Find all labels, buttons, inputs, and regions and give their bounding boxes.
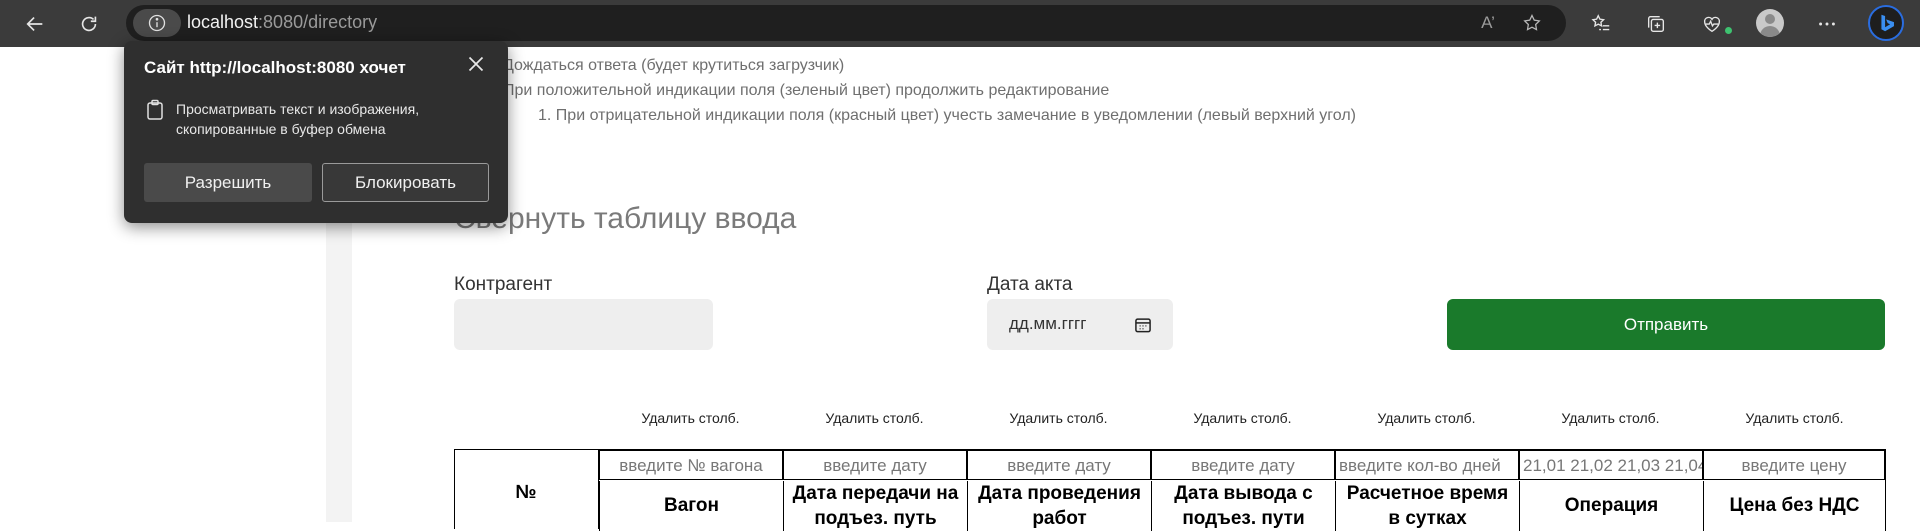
- removal-date-input[interactable]: введите дату: [1151, 450, 1335, 480]
- page-right-margin: [1894, 47, 1920, 522]
- block-button[interactable]: Блокировать: [322, 163, 489, 202]
- delete-column-days[interactable]: Удалить столб.: [1335, 410, 1518, 426]
- wagon-input[interactable]: введите № вагона: [599, 450, 783, 480]
- delete-column-price[interactable]: Удалить столб.: [1703, 410, 1886, 426]
- delete-column-transfer-date[interactable]: Удалить столб.: [783, 410, 966, 426]
- copilot-button[interactable]: [1868, 5, 1904, 41]
- delete-column-operation[interactable]: Удалить столб.: [1519, 410, 1702, 426]
- num-header: №: [454, 449, 599, 529]
- counterparty-label: Контрагент: [454, 274, 553, 295]
- act-date-input[interactable]: дд.мм.гггг: [987, 299, 1173, 350]
- price-input[interactable]: введите цену: [1703, 450, 1885, 480]
- header-transfer-date-text: Дата передачи на подъез. путь: [792, 483, 959, 529]
- url-path: :8080/directory: [258, 12, 378, 32]
- refresh-button[interactable]: [73, 8, 105, 40]
- header-wagon: Вагон: [599, 481, 783, 531]
- star-icon: [1523, 14, 1541, 31]
- operation-input[interactable]: 21,01 21,02 21,03 21,04: [1519, 450, 1703, 480]
- header-removal-date: Дата вывода с подъез. пути: [1151, 481, 1335, 531]
- status-dot-icon: [1725, 27, 1732, 34]
- work-date-placeholder: введите дату: [1007, 456, 1111, 475]
- popup-description: Просматривать текст и изображения, скопи…: [176, 101, 420, 137]
- counterparty-input[interactable]: [454, 299, 713, 350]
- more-icon: [1819, 22, 1835, 26]
- info-icon: [148, 14, 166, 32]
- instruction-wait: Дождаться ответа (будет крутиться загруз…: [503, 57, 845, 74]
- read-aloud-button[interactable]: A’: [1475, 10, 1501, 36]
- clipboard-icon: [147, 99, 163, 120]
- header-transfer-date: Дата передачи на подъез. путь: [783, 481, 967, 531]
- submit-button[interactable]: Отправить: [1447, 299, 1885, 350]
- transfer-date-input[interactable]: введите дату: [783, 450, 967, 480]
- site-info-button[interactable]: [133, 9, 181, 37]
- clipboard-permission-popup: Сайт http://localhost:8080 хочет Просмат…: [124, 41, 508, 223]
- favorite-button[interactable]: [1519, 10, 1545, 36]
- delete-column-work-date[interactable]: Удалить столб.: [967, 410, 1150, 426]
- days-input[interactable]: введите кол-во дней: [1335, 450, 1519, 480]
- collections-icon: [1647, 15, 1665, 33]
- transfer-date-placeholder: введите дату: [823, 456, 927, 475]
- delete-column-wagon[interactable]: Удалить столб.: [599, 410, 782, 426]
- bing-logo-icon: [1881, 14, 1894, 32]
- days-placeholder: введите кол-во дней: [1339, 456, 1501, 475]
- collections-button[interactable]: [1640, 8, 1672, 40]
- work-date-input[interactable]: введите дату: [967, 450, 1151, 480]
- address-bar[interactable]: localhost:8080/directory A’: [126, 5, 1566, 41]
- header-days-text: Расчетное время в сутках: [1346, 483, 1509, 529]
- url-text[interactable]: localhost:8080/directory: [187, 12, 377, 33]
- allow-button[interactable]: Разрешить: [144, 163, 312, 202]
- refresh-icon: [81, 16, 97, 32]
- settings-menu-button[interactable]: [1811, 8, 1843, 40]
- removal-date-placeholder: введите дату: [1191, 456, 1295, 475]
- header-removal-date-text: Дата вывода с подъез. пути: [1174, 483, 1313, 529]
- operation-placeholder: 21,01 21,02 21,03 21,04: [1523, 456, 1703, 475]
- delete-column-removal-date[interactable]: Удалить столб.: [1151, 410, 1334, 426]
- act-date-label: Дата акта: [987, 274, 1073, 295]
- act-date-placeholder: дд.мм.гггг: [1009, 314, 1087, 333]
- header-work-date-text: Дата проведения работ: [978, 483, 1141, 529]
- header-wagon-text: Вагон: [663, 495, 720, 516]
- calendar-icon[interactable]: [1133, 315, 1153, 335]
- header-operation-text: Операция: [1564, 495, 1659, 516]
- header-price: Цена без НДС: [1703, 481, 1886, 531]
- profile-avatar[interactable]: [1756, 9, 1784, 37]
- url-host: localhost: [187, 12, 259, 32]
- heart-pulse-icon: [1703, 16, 1721, 33]
- price-placeholder: введите цену: [1741, 456, 1847, 475]
- wagon-input-placeholder: введите № вагона: [619, 456, 763, 475]
- instruction-negative: 1. При отрицательной индикации поля (кра…: [538, 107, 1356, 124]
- browser-toolbar: localhost:8080/directory A’: [0, 0, 1920, 47]
- header-price-text: Цена без НДС: [1729, 495, 1860, 516]
- favorites-button[interactable]: [1585, 8, 1617, 40]
- close-icon[interactable]: [463, 51, 489, 77]
- read-aloud-icon: A’: [1481, 13, 1495, 32]
- browser-essentials-button[interactable]: [1696, 8, 1728, 40]
- header-work-date: Дата проведения работ: [967, 481, 1151, 531]
- back-button[interactable]: [19, 8, 51, 40]
- header-days: Расчетное время в сутках: [1335, 481, 1519, 531]
- back-arrow-icon: [26, 16, 43, 32]
- favorites-list-icon: [1591, 14, 1610, 31]
- instruction-positive: При положительной индикации поля (зелены…: [503, 82, 1110, 99]
- popup-title: Сайт http://localhost:8080 хочет: [144, 58, 406, 77]
- header-operation: Операция: [1519, 481, 1703, 531]
